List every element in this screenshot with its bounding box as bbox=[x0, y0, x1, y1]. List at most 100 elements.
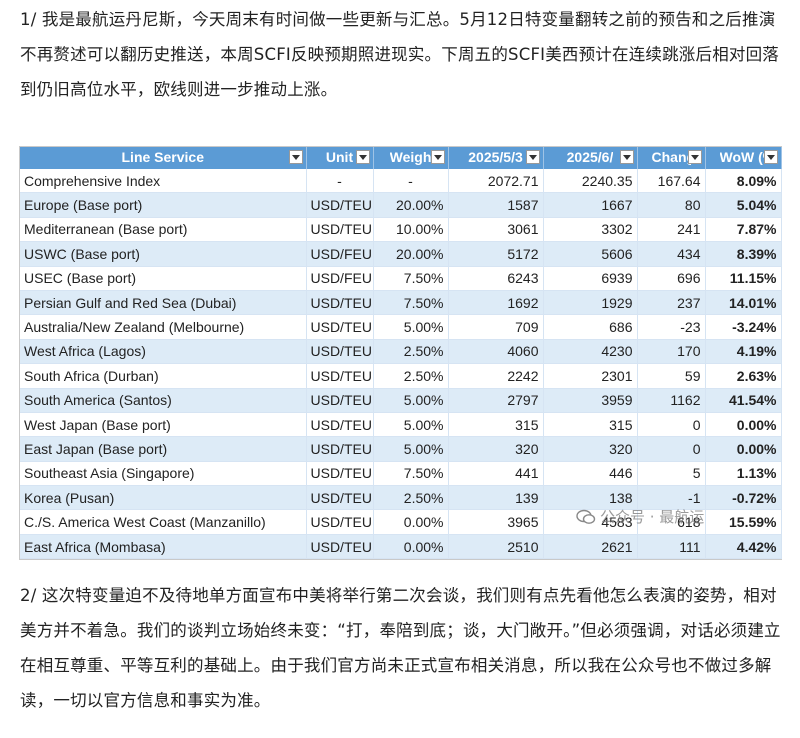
cell-unit: USD/TEU bbox=[306, 485, 374, 511]
cell-wow: 4.42% bbox=[705, 534, 782, 560]
cell-change: 111 bbox=[637, 534, 706, 560]
filter-dropdown-icon[interactable] bbox=[288, 150, 303, 164]
table-row: East Africa (Mombasa) USD/TEU 0.00% 2510 262… bbox=[20, 534, 782, 560]
cell-wow: 8.09% bbox=[705, 169, 782, 194]
cell-prev: 441 bbox=[448, 461, 544, 487]
cell-curr: 2301 bbox=[543, 363, 638, 389]
cell-unit: USD/TEU bbox=[306, 412, 374, 438]
table-row: Europe (Base port) USD/TEU 20.00% 1587 1667 8… bbox=[20, 192, 782, 218]
cell-curr: 1929 bbox=[543, 290, 638, 316]
cell-change: -23 bbox=[637, 314, 706, 340]
cell-prev: 3061 bbox=[448, 217, 544, 243]
cell-unit: - bbox=[306, 169, 374, 194]
scfi-table: Line Service Unit Weigh 2025/5/3 2025/6/… bbox=[19, 146, 782, 561]
filter-dropdown-icon[interactable] bbox=[763, 150, 778, 164]
cell-unit: USD/TEU bbox=[306, 509, 374, 535]
cell-unit: USD/TEU bbox=[306, 339, 374, 365]
cell-wow: -3.24% bbox=[705, 314, 782, 340]
cell-prev: 3965 bbox=[448, 509, 544, 535]
filter-dropdown-icon[interactable] bbox=[525, 150, 540, 164]
table-row: West Africa (Lagos) USD/TEU 2.50% 4060 4230 1… bbox=[20, 339, 782, 365]
filter-dropdown-icon[interactable] bbox=[430, 150, 445, 164]
cell-change: 434 bbox=[637, 241, 706, 267]
table-row: Persian Gulf and Red Sea (Dubai) USD/TEU 7… bbox=[20, 290, 782, 316]
cell-wow: 4.19% bbox=[705, 339, 782, 365]
table-row: Australia/New Zealand (Melbourne) USD/TEU… bbox=[20, 314, 782, 340]
cell-prev: 6243 bbox=[448, 266, 544, 291]
cell-weight: - bbox=[373, 169, 449, 194]
cell-unit: USD/TEU bbox=[306, 534, 374, 560]
cell-wow: 2.63% bbox=[705, 363, 782, 389]
cell-line-service: West Africa (Lagos) bbox=[20, 339, 307, 365]
column-header-change[interactable]: Chang bbox=[637, 147, 706, 169]
cell-line-service: USEC (Base port) bbox=[20, 266, 307, 291]
cell-change: 0 bbox=[637, 436, 706, 462]
column-header-curr-date[interactable]: 2025/6/ bbox=[543, 147, 638, 169]
cell-line-service: West Japan (Base port) bbox=[20, 412, 307, 438]
cell-change: 1162 bbox=[637, 388, 706, 413]
cell-wow: 5.04% bbox=[705, 192, 782, 218]
cell-curr: 4230 bbox=[543, 339, 638, 365]
cell-prev: 320 bbox=[448, 436, 544, 462]
cell-curr: 5606 bbox=[543, 241, 638, 267]
column-header-wow[interactable]: WoW (% bbox=[705, 147, 782, 169]
cell-curr: 320 bbox=[543, 436, 638, 462]
table-row: South America (Santos) USD/TEU 5.00% 2797 39… bbox=[20, 388, 782, 413]
cell-change: 59 bbox=[637, 363, 706, 389]
cell-unit: USD/TEU bbox=[306, 388, 374, 413]
column-header-line-service[interactable]: Line Service bbox=[20, 147, 307, 169]
table-row: West Japan (Base port) USD/TEU 5.00% 315 315… bbox=[20, 412, 782, 438]
cell-unit: USD/TEU bbox=[306, 192, 374, 218]
wechat-icon bbox=[576, 509, 596, 525]
column-header-unit[interactable]: Unit bbox=[306, 147, 374, 169]
cell-line-service: Persian Gulf and Red Sea (Dubai) bbox=[20, 290, 307, 316]
cell-unit: USD/FEU bbox=[306, 266, 374, 291]
cell-change: 167.64 bbox=[637, 169, 706, 194]
cell-prev: 4060 bbox=[448, 339, 544, 365]
second-paragraph: 2/ 这次特变量迫不及待地单方面宣布中美将举行第二次会谈，我们则有点先看他怎么表… bbox=[20, 586, 781, 710]
cell-unit: USD/TEU bbox=[306, 290, 374, 316]
table-row: Mediterranean (Base port) USD/TEU 10.00% 30… bbox=[20, 217, 782, 243]
cell-unit: USD/FEU bbox=[306, 241, 374, 267]
cell-wow: 15.59% bbox=[705, 509, 782, 535]
filter-dropdown-icon[interactable] bbox=[619, 150, 634, 164]
cell-prev: 2072.71 bbox=[448, 169, 544, 194]
cell-change: 696 bbox=[637, 266, 706, 291]
cell-unit: USD/TEU bbox=[306, 461, 374, 487]
column-header-weight[interactable]: Weigh bbox=[373, 147, 449, 169]
cell-weight: 5.00% bbox=[373, 436, 449, 462]
cell-line-service: Australia/New Zealand (Melbourne) bbox=[20, 314, 307, 340]
table-row: Comprehensive Index - -2072.71 2240.35 167.6… bbox=[20, 169, 782, 194]
cell-prev: 315 bbox=[448, 412, 544, 438]
filter-dropdown-icon[interactable] bbox=[355, 150, 370, 164]
cell-prev: 709 bbox=[448, 314, 544, 340]
cell-change: 5 bbox=[637, 461, 706, 487]
cell-change: 241 bbox=[637, 217, 706, 243]
column-header-prev-date[interactable]: 2025/5/3 bbox=[448, 147, 544, 169]
cell-line-service: Mediterranean (Base port) bbox=[20, 217, 307, 243]
cell-weight: 0.00% bbox=[373, 509, 449, 535]
cell-prev: 1587 bbox=[448, 192, 544, 218]
cell-curr: 446 bbox=[543, 461, 638, 487]
cell-line-service: South Africa (Durban) bbox=[20, 363, 307, 389]
cell-weight: 5.00% bbox=[373, 388, 449, 413]
cell-curr: 2240.35 bbox=[543, 169, 638, 194]
cell-weight: 20.00% bbox=[373, 192, 449, 218]
cell-curr: 6939 bbox=[543, 266, 638, 291]
filter-dropdown-icon[interactable] bbox=[687, 150, 702, 164]
table-row: Southeast Asia (Singapore) USD/TEU 7.50% 44… bbox=[20, 461, 782, 487]
cell-prev: 2797 bbox=[448, 388, 544, 413]
cell-curr: 3302 bbox=[543, 217, 638, 243]
watermark: 公众号 · 最航运 bbox=[576, 506, 704, 527]
cell-curr: 686 bbox=[543, 314, 638, 340]
cell-wow: 41.54% bbox=[705, 388, 782, 413]
cell-line-service: East Africa (Mombasa) bbox=[20, 534, 307, 560]
cell-wow: 8.39% bbox=[705, 241, 782, 267]
cell-weight: 0.00% bbox=[373, 534, 449, 560]
cell-line-service: East Japan (Base port) bbox=[20, 436, 307, 462]
cell-curr: 3959 bbox=[543, 388, 638, 413]
cell-change: 170 bbox=[637, 339, 706, 365]
cell-line-service: Comprehensive Index bbox=[20, 169, 307, 194]
cell-unit: USD/TEU bbox=[306, 217, 374, 243]
cell-wow: 0.00% bbox=[705, 412, 782, 438]
